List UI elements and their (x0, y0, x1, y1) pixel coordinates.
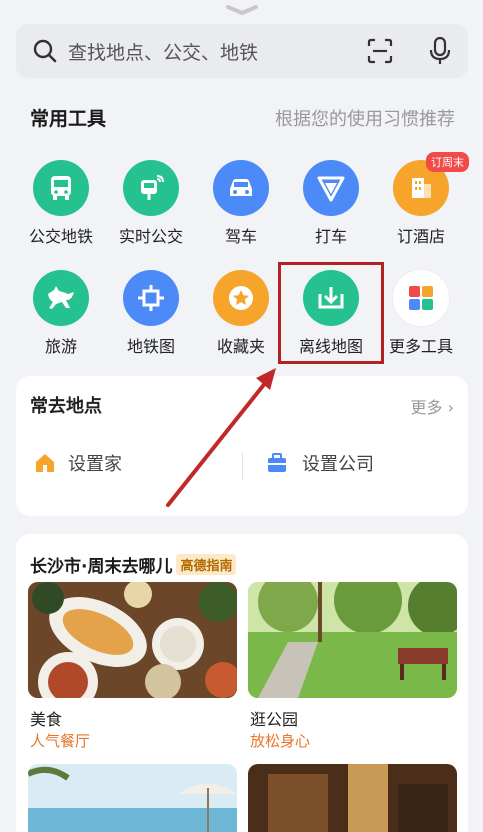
tool-label: 旅游 (44, 337, 77, 356)
tool-label: 公交地铁 (28, 227, 93, 246)
tool-label: 实时公交 (118, 227, 183, 246)
bus-icon (33, 160, 89, 216)
tools-header: 常用工具 根据您的使用习惯推荐 (30, 104, 455, 131)
hotel-icon: 订周末 (393, 152, 469, 216)
set-company-button[interactable]: 设置公司 (266, 450, 374, 476)
tool-favorites[interactable]: 收藏夹 (196, 270, 286, 357)
search-icon (33, 39, 57, 63)
tool-hotel[interactable]: 订周末 订酒店 (376, 152, 469, 247)
horse-icon (33, 270, 89, 326)
frequent-more-link[interactable]: 更多 › (411, 394, 455, 418)
tools-hint: 根据您的使用习惯推荐 (275, 108, 455, 130)
weekend-guide-card: 长沙市·周末去哪儿 高德指南 美食 人气餐厅 逛公园 放松身心 (16, 534, 468, 832)
set-home-button[interactable]: 设置家 (34, 450, 122, 476)
search-bar[interactable]: 查找地点、公交、地铁 (16, 24, 468, 78)
car-icon (213, 160, 269, 216)
tool-label: 打车 (314, 227, 347, 246)
tools-title: 常用工具 (30, 108, 107, 130)
hotel-badge: 订周末 (426, 152, 469, 172)
frequent-places-card: 常去地点 更多 › 设置家 设置公司 (16, 376, 468, 516)
divider (242, 452, 243, 480)
search-input[interactable]: 查找地点、公交、地铁 (68, 38, 366, 65)
tool-realtime-bus[interactable]: 实时公交 (106, 160, 196, 247)
tool-label: 收藏夹 (216, 337, 265, 356)
offline-map-highlight (278, 262, 384, 364)
park-subtitle: 放松身心 (250, 732, 311, 750)
tool-bus-subway[interactable]: 公交地铁 (16, 160, 106, 247)
grid-icon (393, 270, 449, 326)
guide-tag: 高德指南 (176, 554, 237, 575)
microphone-icon[interactable] (428, 36, 452, 66)
home-icon (36, 454, 54, 472)
food-image[interactable] (28, 582, 237, 698)
tool-drive[interactable]: 驾车 (196, 160, 286, 247)
tool-more[interactable]: 更多工具 (376, 270, 466, 357)
drag-handle[interactable] (225, 4, 259, 16)
weekend-header: 长沙市·周末去哪儿 高德指南 (30, 552, 237, 577)
beach-image[interactable] (28, 764, 237, 832)
tool-subway-map[interactable]: 地铁图 (106, 270, 196, 357)
realtime-bus-icon (123, 160, 179, 216)
tool-label: 订酒店 (396, 227, 445, 246)
frequent-title: 常去地点 (30, 396, 102, 417)
star-icon (213, 270, 269, 326)
park-image[interactable] (248, 582, 457, 698)
food-subtitle: 人气餐厅 (30, 732, 91, 750)
tool-label: 地铁图 (126, 337, 175, 356)
museum-image[interactable] (248, 764, 457, 832)
tool-label: 驾车 (224, 227, 257, 246)
briefcase-icon (268, 453, 286, 472)
tool-travel[interactable]: 旅游 (16, 270, 106, 357)
food-title: 美食 (30, 710, 63, 729)
tool-taxi[interactable]: 打车 (286, 160, 376, 247)
park-title: 逛公园 (250, 710, 299, 729)
taxi-icon (303, 160, 359, 216)
subway-map-icon (123, 270, 179, 326)
weekend-title: 长沙市·周末去哪儿 (30, 557, 173, 577)
tool-label: 更多工具 (388, 337, 453, 356)
scan-icon[interactable] (366, 37, 394, 65)
